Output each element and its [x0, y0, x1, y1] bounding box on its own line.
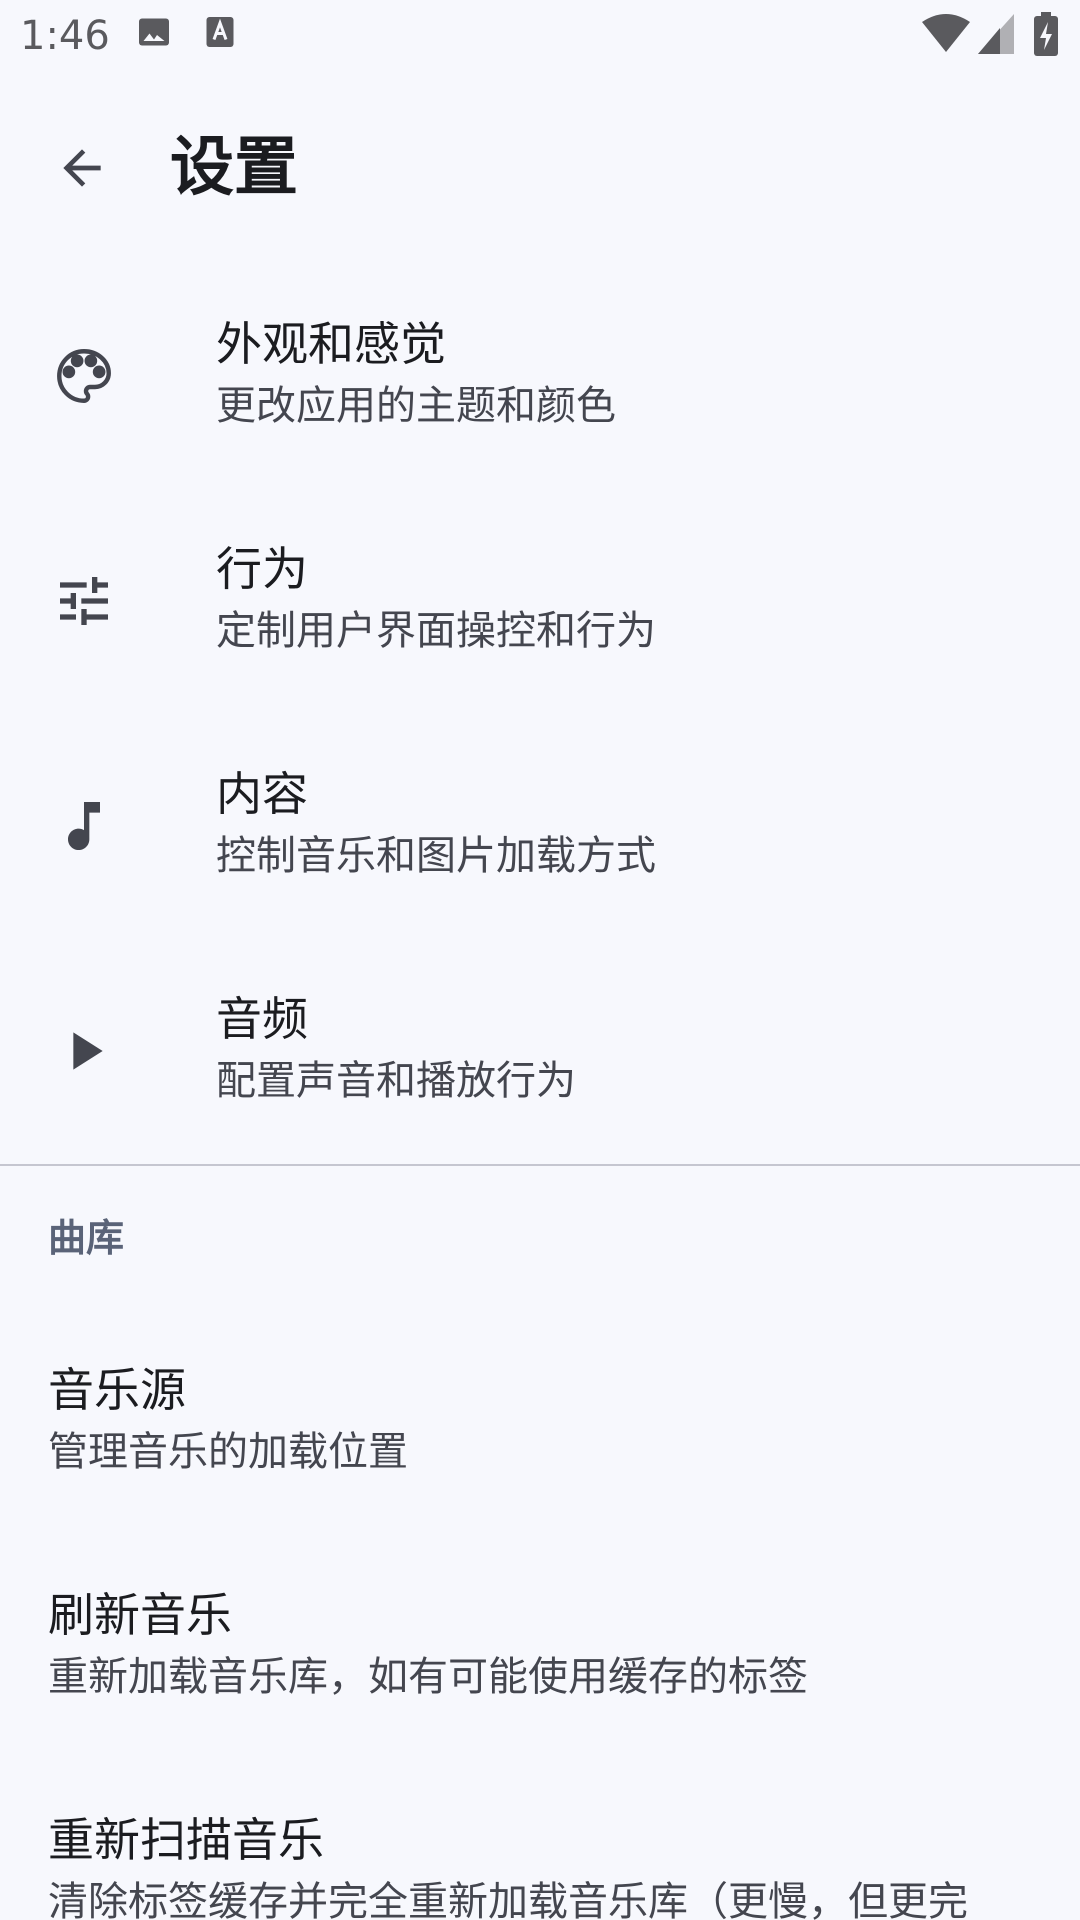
settings-screen: 1:46 设置 外观和感觉 更改应用的主题和颜色 行为 定制用户界面操控和行为 … — [0, 0, 1080, 1920]
section-divider — [0, 1164, 1080, 1166]
arrow-back-icon — [54, 140, 110, 200]
palette-icon — [48, 340, 120, 412]
settings-item-title: 音频 — [216, 992, 308, 1046]
settings-item-title: 外观和感觉 — [216, 317, 446, 371]
settings-item-text: 音频 配置声音和播放行为 — [216, 989, 576, 1109]
settings-item-look-and-feel[interactable]: 外观和感觉 更改应用的主题和颜色 — [0, 264, 1080, 489]
settings-item-text: 音乐源 管理音乐的加载位置 — [48, 1360, 408, 1480]
settings-item-text: 重新扫描音乐 清除标签缓存并完全重新加载音乐库（更慢，但更完 — [48, 1810, 968, 1920]
settings-item-music-sources[interactable]: 音乐源 管理音乐的加载位置 — [0, 1340, 1080, 1565]
settings-item-title: 音乐源 — [48, 1363, 186, 1417]
settings-item-text: 刷新音乐 重新加载音乐库，如有可能使用缓存的标签 — [48, 1585, 808, 1705]
settings-item-title: 重新扫描音乐 — [48, 1813, 324, 1867]
page-title: 设置 — [170, 131, 298, 205]
section-header-library: 曲库 — [48, 1216, 125, 1260]
settings-item-summary: 管理音乐的加载位置 — [48, 1429, 408, 1475]
top-app-bar: 设置 — [0, 100, 1080, 236]
settings-item-content[interactable]: 内容 控制音乐和图片加载方式 — [0, 714, 1080, 939]
image-icon — [136, 14, 172, 54]
settings-item-title: 行为 — [216, 542, 308, 596]
music-note-icon — [48, 790, 120, 862]
settings-item-text: 内容 控制音乐和图片加载方式 — [216, 764, 656, 884]
settings-item-title: 内容 — [216, 767, 308, 821]
settings-item-text: 行为 定制用户界面操控和行为 — [216, 539, 656, 659]
settings-item-summary: 重新加载音乐库，如有可能使用缓存的标签 — [48, 1654, 808, 1700]
settings-item-rescan-music[interactable]: 重新扫描音乐 清除标签缓存并完全重新加载音乐库（更慢，但更完 — [0, 1790, 1080, 1920]
settings-item-summary: 控制音乐和图片加载方式 — [216, 833, 656, 879]
play-icon — [48, 1015, 120, 1087]
back-button[interactable] — [40, 128, 124, 212]
battery-charging-icon — [1034, 12, 1058, 60]
settings-item-summary: 配置声音和播放行为 — [216, 1058, 576, 1104]
settings-item-audio[interactable]: 音频 配置声音和播放行为 — [0, 939, 1080, 1164]
settings-item-title: 刷新音乐 — [48, 1588, 232, 1642]
settings-item-refresh-music[interactable]: 刷新音乐 重新加载音乐库，如有可能使用缓存的标签 — [0, 1565, 1080, 1790]
wifi-icon — [922, 14, 970, 58]
tune-icon — [48, 565, 120, 637]
settings-item-summary: 清除标签缓存并完全重新加载音乐库（更慢，但更完 — [48, 1879, 968, 1920]
a-badge-icon — [204, 14, 236, 54]
settings-item-text: 外观和感觉 更改应用的主题和颜色 — [216, 314, 616, 434]
status-bar: 1:46 — [0, 0, 1080, 74]
signal-icon — [978, 14, 1014, 58]
settings-item-summary: 更改应用的主题和颜色 — [216, 383, 616, 429]
settings-item-behavior[interactable]: 行为 定制用户界面操控和行为 — [0, 489, 1080, 714]
settings-item-summary: 定制用户界面操控和行为 — [216, 608, 656, 654]
status-time: 1:46 — [20, 13, 110, 59]
